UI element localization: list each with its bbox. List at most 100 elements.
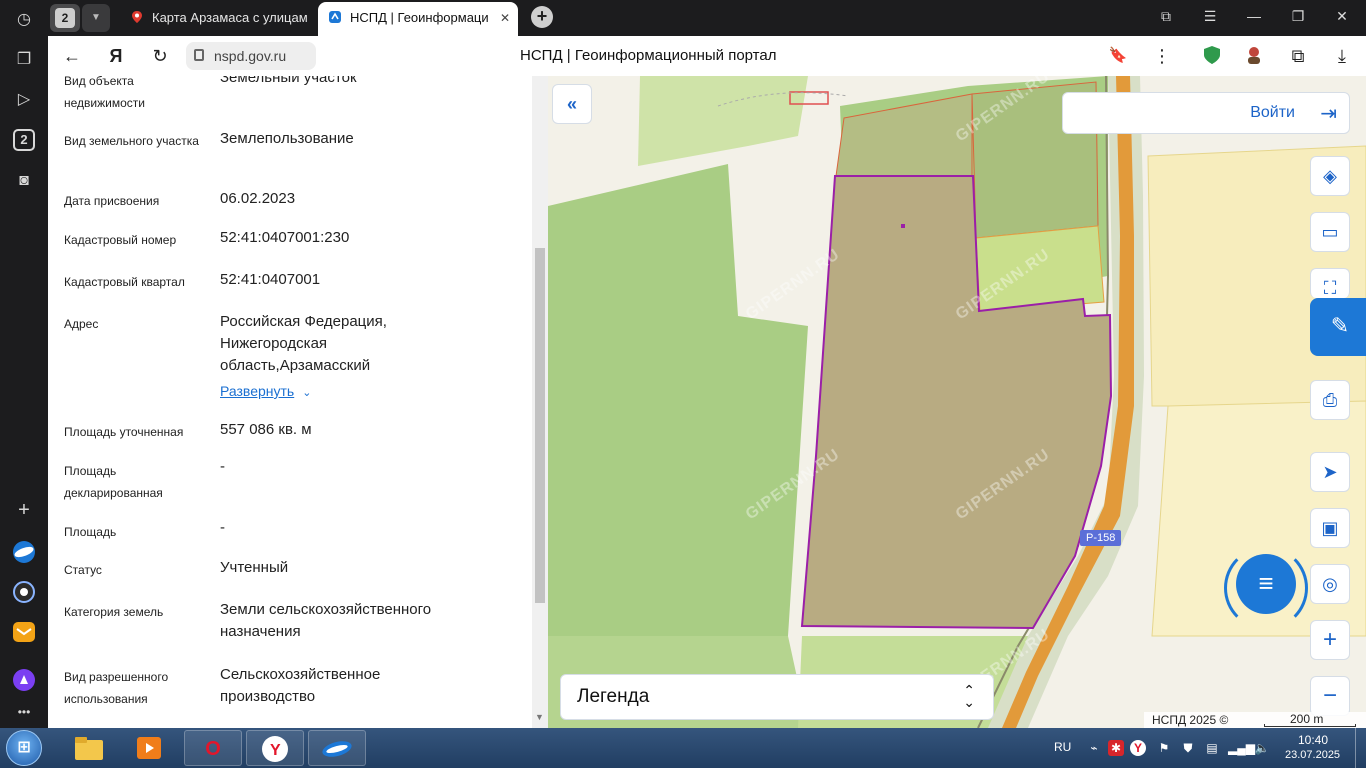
opera-icon: O [205, 738, 221, 760]
info-value: Землепользование [220, 130, 354, 147]
tabs-counter-icon[interactable]: 2 [13, 129, 35, 151]
sort-chevrons-icon: ⌃ ⌄ [963, 682, 975, 710]
collections-icon[interactable]: ❐ [12, 48, 36, 72]
messenger-app-icon[interactable] [12, 540, 36, 564]
video-icon[interactable]: ▷ [12, 88, 36, 112]
info-scrollbar-thumb[interactable] [535, 248, 545, 603]
start-button[interactable]: ⊞ [6, 730, 42, 766]
tray-update-icon[interactable]: ⛊ [1180, 740, 1196, 756]
explorer-app[interactable] [60, 730, 118, 766]
tray-yandex-icon[interactable]: Y [1130, 740, 1146, 756]
info-label: Площадь [64, 525, 117, 539]
page-title: НСПД | Геоинформационный портал [520, 47, 777, 64]
media-player-app[interactable] [120, 730, 178, 766]
expand-link[interactable]: Развернуть ⌄ [220, 383, 532, 401]
address-bar[interactable]: nspd.gov.ru [186, 42, 316, 70]
chat-button[interactable]: ≡ [1236, 554, 1296, 614]
services-side-tab[interactable]: ✎ [1310, 298, 1366, 356]
protect-shield-icon[interactable] [1200, 44, 1224, 68]
select-area-button[interactable]: ⛶ [1310, 268, 1350, 298]
info-label: Площадь уточненная [64, 425, 184, 439]
signal-bars-icon[interactable]: ▂▄▆ [1228, 740, 1255, 756]
map-scalebar: НСПД 2025 © 200 m [1144, 712, 1366, 728]
extension-avatar-icon[interactable] [1242, 44, 1266, 68]
language-indicator[interactable]: RU [1054, 740, 1071, 754]
more-dots-icon[interactable]: ••• [12, 700, 36, 724]
zoom-in-button[interactable]: + [1310, 620, 1350, 660]
navigation-arrow-icon: ➤ [1322, 462, 1338, 482]
tab-title: Карта Арзамаса с улицам [152, 10, 308, 25]
measure-button[interactable]: ▭ [1310, 212, 1350, 252]
restore-icon[interactable]: ❐ [1288, 8, 1308, 25]
tab-list-chevron-icon[interactable]: ▼ [82, 4, 110, 32]
info-value: Земельный участок [220, 76, 357, 86]
tray-antivirus-icon[interactable]: ✱ [1108, 740, 1124, 756]
mail-app-icon[interactable] [12, 620, 36, 644]
show-desktop-button[interactable] [1355, 728, 1366, 768]
minimap-button[interactable]: ▣ [1310, 508, 1350, 548]
opera-app[interactable]: O [184, 730, 242, 766]
new-tab-button[interactable]: + [531, 6, 553, 28]
field-polygon [638, 76, 808, 166]
tray-device-icon[interactable]: ▤ [1204, 740, 1220, 756]
geolocation-button[interactable]: ➤ [1310, 452, 1350, 492]
info-value: 52:41:0407001 [220, 271, 321, 288]
zoom-out-button[interactable]: − [1310, 676, 1350, 716]
info-value: 06.02.2023 [220, 190, 296, 207]
close-window-icon[interactable]: ✕ [1332, 8, 1352, 25]
tab-manager-icon[interactable]: ⧉ [1156, 8, 1176, 25]
scroll-down-icon[interactable]: ▼ [535, 712, 544, 722]
reload-icon[interactable]: ↻ [148, 44, 172, 68]
legend-label: Легенда [577, 686, 650, 707]
ruler-icon: ▭ [1321, 222, 1339, 242]
map-view[interactable]: GIPERNN.RU GIPERNN.RU GIPERNN.RU GIPERNN… [548, 76, 1366, 728]
clock-time[interactable]: 10:40 [1298, 733, 1328, 747]
cadastral-number-value[interactable]: 52:41:0407001:230 [220, 227, 520, 249]
yandex-logo-icon[interactable]: Я [104, 44, 128, 68]
history-icon[interactable]: ◷ [12, 8, 36, 32]
layers-button[interactable]: ◈ [1310, 156, 1350, 196]
map-canvas [548, 76, 1366, 728]
messenger-app[interactable] [308, 730, 366, 766]
svg-text:Y: Y [270, 742, 281, 759]
picture-in-picture-icon: ▣ [1321, 518, 1339, 538]
plus-icon: + [1322, 626, 1337, 653]
nspd-favicon-icon [329, 11, 341, 23]
tray-flag-icon[interactable]: ⚑ [1156, 740, 1172, 756]
windows-logo-icon: ⊞ [17, 739, 31, 756]
browser-side-panel: ◷ ❐ ▷ 2 ◙ + ••• [0, 0, 48, 730]
more-vertical-icon[interactable]: ⋮ [1150, 44, 1174, 68]
info-label: Адрес [64, 317, 99, 331]
info-label: Вид разрешенного использования [64, 670, 169, 706]
assistant-app-icon[interactable] [12, 668, 36, 692]
yandex-browser-app[interactable]: Y [246, 730, 304, 766]
close-tab-icon[interactable]: ✕ [500, 2, 510, 34]
tray-app-icon[interactable]: ⌁ [1086, 740, 1102, 756]
screenshot-icon[interactable]: ◙ [12, 169, 36, 193]
windows-taskbar: ⊞ O Y RU ⌁ ✱ Y ⚑ ⛊ ▤ ▂▄▆ 🔈 10:40 23.07.2… [0, 728, 1366, 768]
download-icon[interactable]: ⤓ [1330, 44, 1354, 68]
tab-count-button[interactable]: 2 [50, 4, 80, 32]
volume-icon[interactable]: 🔈 [1254, 740, 1270, 756]
expand-label[interactable]: Развернуть [220, 383, 294, 399]
address-toolbar: ← Я ↻ nspd.gov.ru НСПД | Геоинформационн… [48, 36, 1366, 76]
field-polygon [548, 164, 808, 636]
extensions-puzzle-icon[interactable]: ⧉ [1286, 44, 1310, 68]
legend-toggle[interactable]: Легенда ⌃ ⌄ [560, 674, 994, 720]
back-arrow-icon[interactable]: ← [60, 44, 84, 68]
alice-app-icon[interactable] [12, 580, 36, 604]
info-value: 557 086 кв. м [220, 421, 312, 438]
minimize-icon[interactable]: — [1244, 8, 1264, 24]
clock-date[interactable]: 23.07.2025 [1285, 749, 1340, 761]
menu-icon[interactable]: ☰ [1200, 8, 1220, 25]
print-button[interactable]: ⎙ [1310, 380, 1350, 420]
tab-map-arzamas[interactable]: Карта Арзамаса с улицам [120, 2, 316, 36]
bookmark-icon[interactable]: 🔖 [1106, 44, 1130, 68]
status-value: Учтенный [220, 559, 289, 576]
login-button[interactable]: Войти ⇥ [1062, 92, 1350, 134]
search-location-button[interactable]: ◎ [1310, 564, 1350, 604]
collapse-panel-button[interactable]: « [552, 84, 592, 124]
tab-nspd[interactable]: НСПД | Геоинформаци ✕ [318, 2, 518, 36]
lock-icon [194, 49, 204, 61]
add-icon[interactable]: + [12, 498, 36, 522]
